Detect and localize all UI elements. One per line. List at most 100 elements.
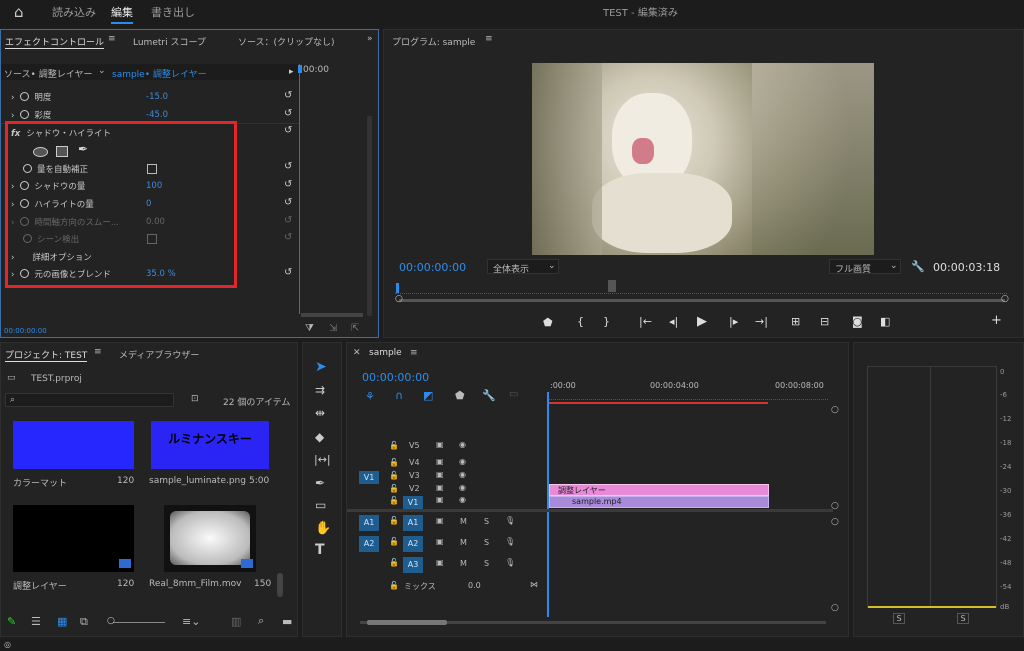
slider-thumb[interactable]: ○ bbox=[107, 616, 115, 626]
close-icon[interactable]: ✕ bbox=[353, 348, 361, 358]
share-icon[interactable]: ⇱ bbox=[351, 323, 359, 334]
hand-tool-icon[interactable]: ✋ bbox=[315, 521, 331, 536]
track-target-a3[interactable]: A3 bbox=[403, 557, 423, 573]
captions-icon[interactable]: ▭ bbox=[509, 389, 518, 400]
sync-icon[interactable]: ▣ bbox=[436, 558, 444, 574]
linked-selection-icon[interactable]: ◩ bbox=[423, 389, 433, 402]
razor-tool-icon[interactable]: ◆ bbox=[315, 430, 324, 444]
solo-left[interactable]: S bbox=[893, 613, 905, 624]
track-select-icon[interactable]: ⇉ bbox=[315, 383, 325, 397]
stopwatch-icon[interactable] bbox=[20, 92, 30, 101]
thumb-luminate[interactable]: ルミナンスキー bbox=[151, 421, 269, 469]
sync-icon[interactable]: ▣ bbox=[436, 440, 444, 456]
scroll-thumb[interactable] bbox=[367, 620, 447, 625]
mix-end-icon[interactable]: ⋈ bbox=[530, 580, 538, 596]
export-icon[interactable]: ⇲ bbox=[329, 323, 337, 334]
track-target-a2[interactable]: A2 bbox=[403, 536, 423, 552]
lock-icon[interactable]: 🔓 bbox=[389, 441, 399, 457]
stopwatch-icon[interactable] bbox=[20, 110, 30, 119]
fit-select[interactable]: 全体表示 ⌄ bbox=[487, 259, 559, 275]
brightness-value[interactable]: -15.0 bbox=[146, 92, 168, 102]
track-divider[interactable] bbox=[347, 509, 833, 512]
filter-icon[interactable]: ⧩ bbox=[305, 323, 314, 334]
mark-in-icon[interactable]: { bbox=[577, 315, 584, 328]
v-scroll-mid[interactable]: ○ bbox=[831, 501, 839, 511]
wrench-icon[interactable]: 🔧 bbox=[911, 260, 925, 273]
bin-icon[interactable]: ⊡ bbox=[191, 394, 199, 404]
add-marker-icon[interactable]: ⬟ bbox=[455, 389, 465, 402]
lock-icon[interactable]: 🔓 bbox=[389, 581, 399, 597]
find-icon[interactable]: ⌕ bbox=[258, 614, 264, 628]
sort-icon[interactable]: ≡⌄ bbox=[182, 615, 200, 628]
scrollbar[interactable] bbox=[367, 116, 372, 316]
extract-icon[interactable]: ⊟ bbox=[820, 315, 829, 328]
selection-tool-icon[interactable]: ➤ bbox=[315, 359, 327, 375]
mute-button[interactable]: M bbox=[460, 559, 467, 575]
go-to-out-icon[interactable]: →| bbox=[755, 315, 768, 328]
tab-lumetri[interactable]: Lumetri スコープ bbox=[133, 35, 206, 48]
solo-button[interactable]: S bbox=[484, 538, 489, 554]
reset-icon[interactable]: ↺ bbox=[284, 90, 292, 101]
zoom-bar[interactable] bbox=[301, 313, 363, 317]
sync-icon[interactable]: ▣ bbox=[436, 537, 444, 553]
type-tool-icon[interactable]: T bbox=[315, 542, 325, 558]
reset-icon[interactable]: ↺ bbox=[284, 267, 292, 278]
lock-icon[interactable]: 🔓 bbox=[389, 558, 399, 574]
go-to-in-icon[interactable]: |← bbox=[639, 315, 652, 328]
pen-tool-icon[interactable]: ✒ bbox=[315, 476, 325, 490]
camera-icon[interactable]: ◙ bbox=[852, 315, 863, 328]
reset-icon[interactable]: ↺ bbox=[284, 161, 292, 172]
play-icon[interactable]: ▶ bbox=[697, 314, 707, 329]
slip-tool-icon[interactable]: |↔| bbox=[314, 453, 331, 466]
solo-button[interactable]: S bbox=[484, 559, 489, 575]
panel-menu-icon[interactable]: ≡ bbox=[94, 347, 102, 357]
settings-wrench-icon[interactable]: 🔧 bbox=[482, 389, 496, 402]
scrollbar[interactable] bbox=[277, 573, 283, 597]
track-target-v1[interactable]: V1 bbox=[403, 496, 423, 509]
rectangle-tool-icon[interactable]: ▭ bbox=[315, 498, 326, 512]
source-patch-v1[interactable]: V1 bbox=[359, 471, 379, 484]
lift-icon[interactable]: ⊞ bbox=[791, 315, 800, 328]
scroll-handle-left[interactable]: ○ bbox=[395, 294, 403, 304]
mix-value[interactable]: 0.0 bbox=[468, 581, 481, 597]
play-only-icon[interactable]: ▸ bbox=[289, 67, 294, 77]
mark-out-icon[interactable]: } bbox=[603, 315, 610, 328]
mute-button[interactable]: M bbox=[460, 517, 467, 533]
freeform-view-icon[interactable]: ⧉ bbox=[80, 615, 88, 629]
pencil-icon[interactable]: ✎ bbox=[7, 615, 16, 628]
search-input[interactable]: ⌕ bbox=[5, 393, 174, 407]
mic-icon[interactable]: 🎙 bbox=[505, 537, 515, 553]
mic-icon[interactable]: 🎙 bbox=[505, 558, 515, 574]
lock-icon[interactable]: 🔓 bbox=[389, 537, 399, 553]
tab-edit[interactable]: 編集 bbox=[111, 4, 133, 24]
snap-icon[interactable]: ∩ bbox=[395, 389, 403, 402]
a-scroll-bottom[interactable]: ○ bbox=[831, 603, 839, 613]
track-target-a1[interactable]: A1 bbox=[403, 515, 423, 531]
chevron-down-icon[interactable]: ⌄ bbox=[98, 66, 106, 76]
clip-sample[interactable]: sample.mp4 bbox=[549, 496, 769, 508]
program-title[interactable]: プログラム: sample bbox=[392, 35, 475, 48]
lock-icon[interactable]: 🔓 bbox=[389, 516, 399, 532]
automate-icon[interactable]: ▥ bbox=[231, 615, 241, 628]
timeline-timecode[interactable]: 00:00:00:00 bbox=[362, 371, 429, 384]
source-patch-a2[interactable]: A2 bbox=[359, 536, 379, 552]
step-forward-icon[interactable]: |▸ bbox=[729, 315, 738, 328]
program-playhead[interactable] bbox=[396, 283, 399, 293]
tab-import[interactable]: 読み込み bbox=[52, 4, 96, 20]
v-scroll-top[interactable]: ○ bbox=[831, 405, 839, 415]
panel-menu-icon[interactable]: ≡ bbox=[410, 348, 418, 358]
new-bin-icon[interactable]: ▬ bbox=[282, 615, 292, 628]
clip-adjustment-layer[interactable]: 調整レイヤー bbox=[549, 484, 769, 496]
eye-icon[interactable]: ◉ bbox=[459, 440, 466, 456]
expand-icon[interactable]: » bbox=[367, 34, 373, 44]
panel-menu-icon[interactable]: ≡ bbox=[485, 34, 493, 44]
tab-effect-controls[interactable]: エフェクトコントロール bbox=[5, 35, 105, 49]
tab-source[interactable]: ソース：(クリップなし) bbox=[238, 35, 335, 48]
mic-icon[interactable]: 🎙 bbox=[505, 516, 515, 532]
sequence-label[interactable]: sample• 調整レイヤー bbox=[112, 67, 207, 80]
thumb-color-matte[interactable] bbox=[13, 421, 134, 469]
scroll-handle-right[interactable]: ○ bbox=[1001, 294, 1009, 304]
time-ruler[interactable] bbox=[548, 392, 828, 400]
solo-button[interactable]: S bbox=[484, 517, 489, 533]
panel-menu-icon[interactable]: ≡ bbox=[108, 34, 116, 44]
